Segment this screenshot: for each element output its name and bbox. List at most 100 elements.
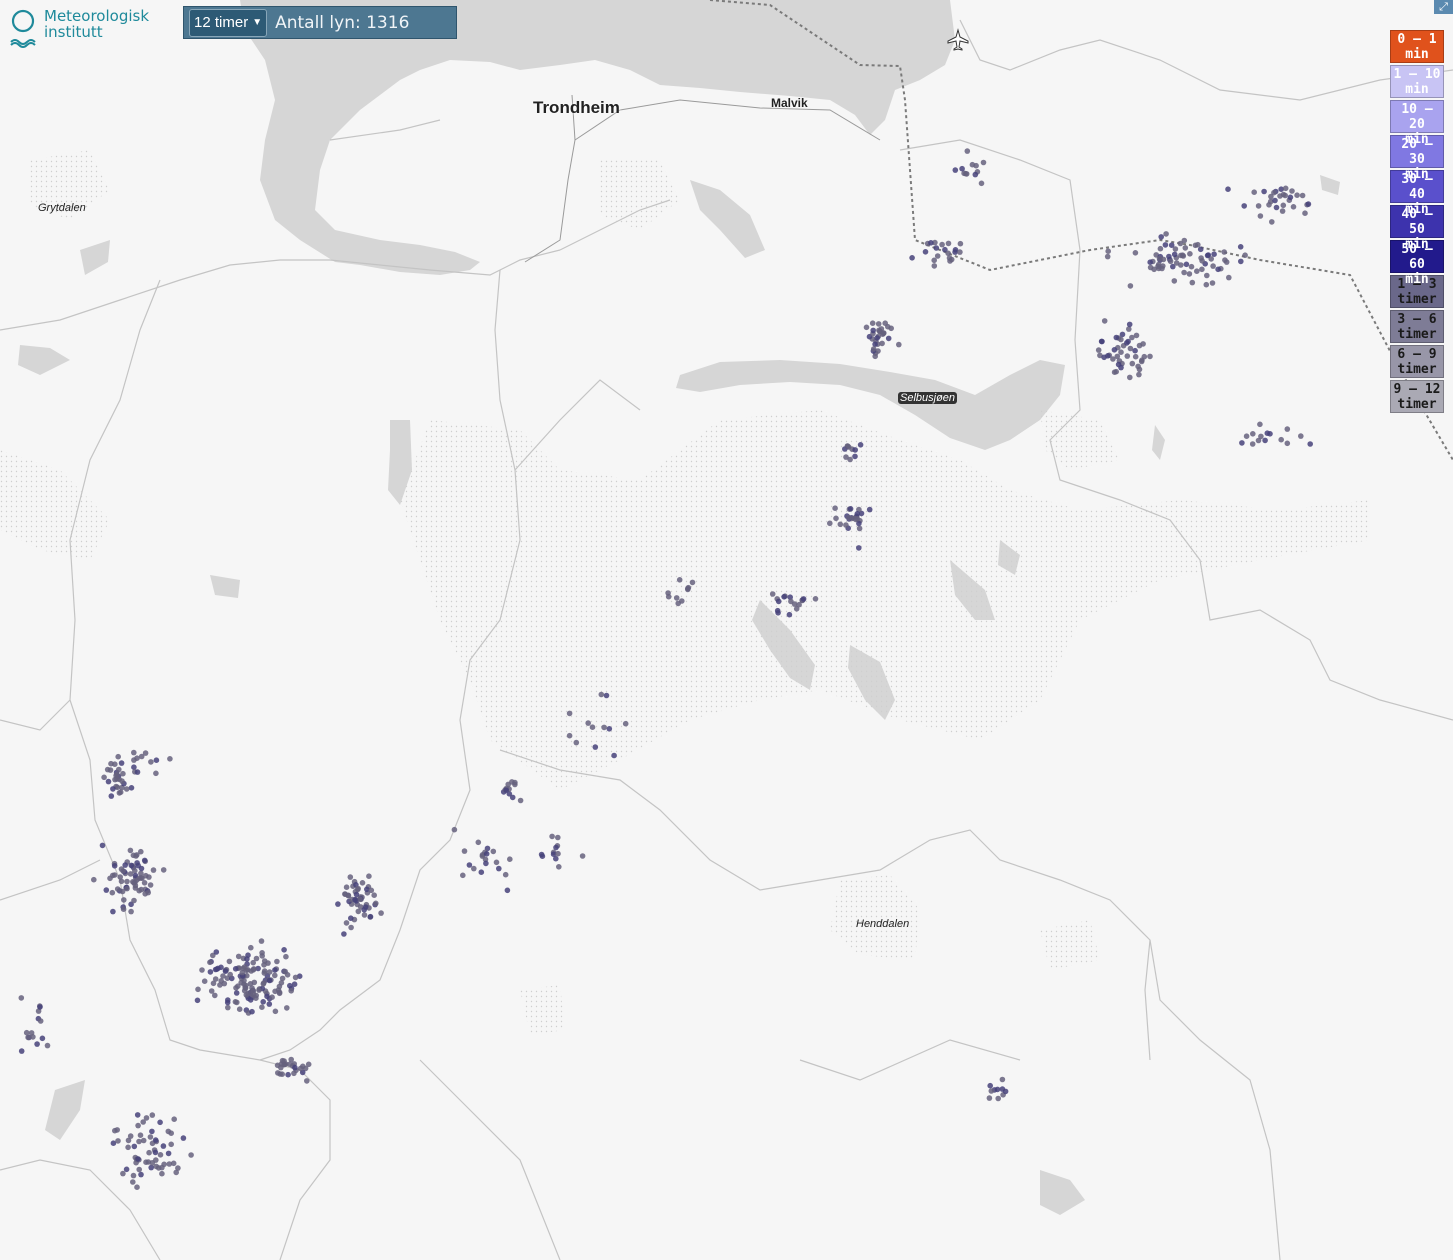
lightning-strike-marker — [933, 245, 940, 251]
lightning-strike-marker — [1099, 338, 1105, 345]
lightning-strike-marker — [44, 1042, 51, 1049]
lightning-strike-marker — [1280, 191, 1287, 198]
lightning-strike-marker — [847, 456, 853, 463]
met-logo[interactable]: Meteorologisk institutt — [8, 8, 149, 54]
lightning-strike-marker — [105, 778, 112, 785]
lightning-strike-marker — [378, 910, 384, 916]
lightning-strike-marker — [18, 995, 25, 1001]
lightning-strike-marker — [347, 874, 354, 880]
lightning-strike-marker — [1186, 271, 1193, 277]
lightning-strike-marker — [928, 240, 934, 246]
legend-unit: min — [1405, 47, 1429, 62]
lightning-strike-marker — [278, 1064, 284, 1071]
lightning-strike-marker — [199, 967, 205, 973]
lightning-strike-marker — [1132, 353, 1139, 360]
lightning-strike-marker — [260, 999, 267, 1005]
lightning-strike-marker — [258, 938, 265, 944]
lightning-strike-marker — [478, 869, 485, 875]
lightning-strike-marker — [115, 753, 121, 760]
lightning-strike-marker — [1162, 242, 1169, 248]
lightning-strike-marker — [1181, 269, 1187, 276]
lightning-strike-marker — [1294, 192, 1300, 198]
lightning-strike-marker — [1111, 347, 1118, 353]
lightning-strike-marker — [131, 1143, 138, 1150]
lightning-strike-marker — [1171, 251, 1178, 258]
lightning-strike-marker — [25, 1034, 31, 1041]
lightning-strike-marker — [361, 907, 368, 913]
lightning-strike-marker — [1002, 1088, 1009, 1095]
lightning-strike-marker — [611, 752, 617, 759]
lightning-strike-marker — [461, 848, 468, 854]
lightning-strike-marker — [1307, 441, 1313, 447]
period-select[interactable]: 12 timer ▼ — [189, 8, 268, 37]
lightning-strike-marker — [622, 720, 629, 727]
lightning-strike-marker — [114, 886, 121, 892]
lightning-strike-marker — [224, 999, 231, 1006]
lightning-strike-marker — [161, 1161, 167, 1168]
lightning-strike-marker — [284, 1005, 290, 1011]
lightning-strike-marker — [922, 249, 929, 255]
lightning-strike-marker — [288, 1056, 295, 1063]
lightning-strike-marker — [1113, 334, 1120, 341]
lightning-strike-marker — [111, 863, 118, 869]
lightning-strike-marker — [1243, 433, 1250, 440]
lightning-strike-marker — [1118, 349, 1124, 356]
lightning-strike-marker — [37, 1018, 44, 1024]
lightning-strike-marker — [585, 720, 591, 726]
lightning-strike-marker — [266, 1001, 273, 1007]
legend-item: 30 – 40 min — [1390, 170, 1444, 217]
lightning-strike-marker — [245, 967, 251, 973]
lightning-strike-marker — [149, 1112, 156, 1118]
lightning-strike-marker — [1261, 188, 1267, 195]
lightning-strike-marker — [145, 1159, 152, 1165]
lightning-strike-marker — [225, 1004, 231, 1011]
lightning-strike-marker — [127, 1133, 134, 1139]
lightning-strike-marker — [147, 882, 154, 888]
lightning-strike-marker — [104, 766, 111, 773]
legend-unit: min — [1405, 82, 1429, 97]
lightning-strike-marker — [1166, 253, 1172, 260]
lightning-strike-marker — [512, 781, 518, 788]
lightning-strike-marker — [555, 834, 561, 841]
fullscreen-button[interactable]: ⤢ — [1434, 0, 1453, 14]
lightning-strike-marker — [153, 1157, 159, 1163]
lightning-strike-marker — [945, 250, 951, 257]
lightning-strike-marker — [676, 577, 683, 583]
lightning-strike-marker — [153, 757, 160, 763]
place-label-selbusjoen: Selbusjøen — [898, 392, 958, 404]
lightning-strike-marker — [124, 885, 130, 892]
map-canvas[interactable] — [0, 0, 1453, 1260]
lightning-strike-marker — [292, 1064, 298, 1071]
lightning-strike-marker — [509, 794, 516, 801]
lightning-strike-marker — [264, 993, 270, 1000]
lightning-strike-marker — [502, 871, 509, 878]
lightning-strike-marker — [812, 596, 819, 602]
lightning-strike-marker — [343, 884, 350, 890]
lightning-strike-marker — [876, 327, 882, 334]
lightning-strike-marker — [116, 790, 123, 796]
lightning-strike-marker — [538, 851, 545, 858]
lightning-strike-marker — [856, 525, 863, 532]
lightning-strike-marker — [343, 920, 350, 926]
lightning-strike-marker — [1305, 201, 1312, 207]
lightning-strike-marker — [483, 860, 489, 867]
lightning-strike-marker — [1188, 263, 1195, 270]
lightning-strike-marker — [30, 1034, 36, 1040]
legend-range: 1 – 10 — [1393, 67, 1441, 82]
lightning-strike-marker — [1250, 431, 1256, 437]
lightning-strike-marker — [18, 1048, 25, 1054]
lightning-strike-marker — [276, 990, 283, 997]
lightning-strike-marker — [366, 873, 372, 879]
lightning-strike-marker — [269, 994, 275, 1000]
lightning-strike-marker — [110, 786, 116, 792]
lightning-strike-marker — [127, 847, 134, 854]
lightning-strike-marker — [1095, 347, 1102, 353]
lightning-strike-marker — [566, 732, 573, 739]
lightning-strike-marker — [496, 865, 502, 872]
lightning-strike-marker — [1290, 204, 1297, 210]
lightning-strike-marker — [1127, 374, 1133, 381]
lightning-strike-marker — [1111, 369, 1118, 376]
lightning-strike-marker — [137, 1132, 144, 1138]
lightning-strike-marker — [236, 1006, 243, 1012]
lightning-strike-marker — [490, 848, 497, 855]
